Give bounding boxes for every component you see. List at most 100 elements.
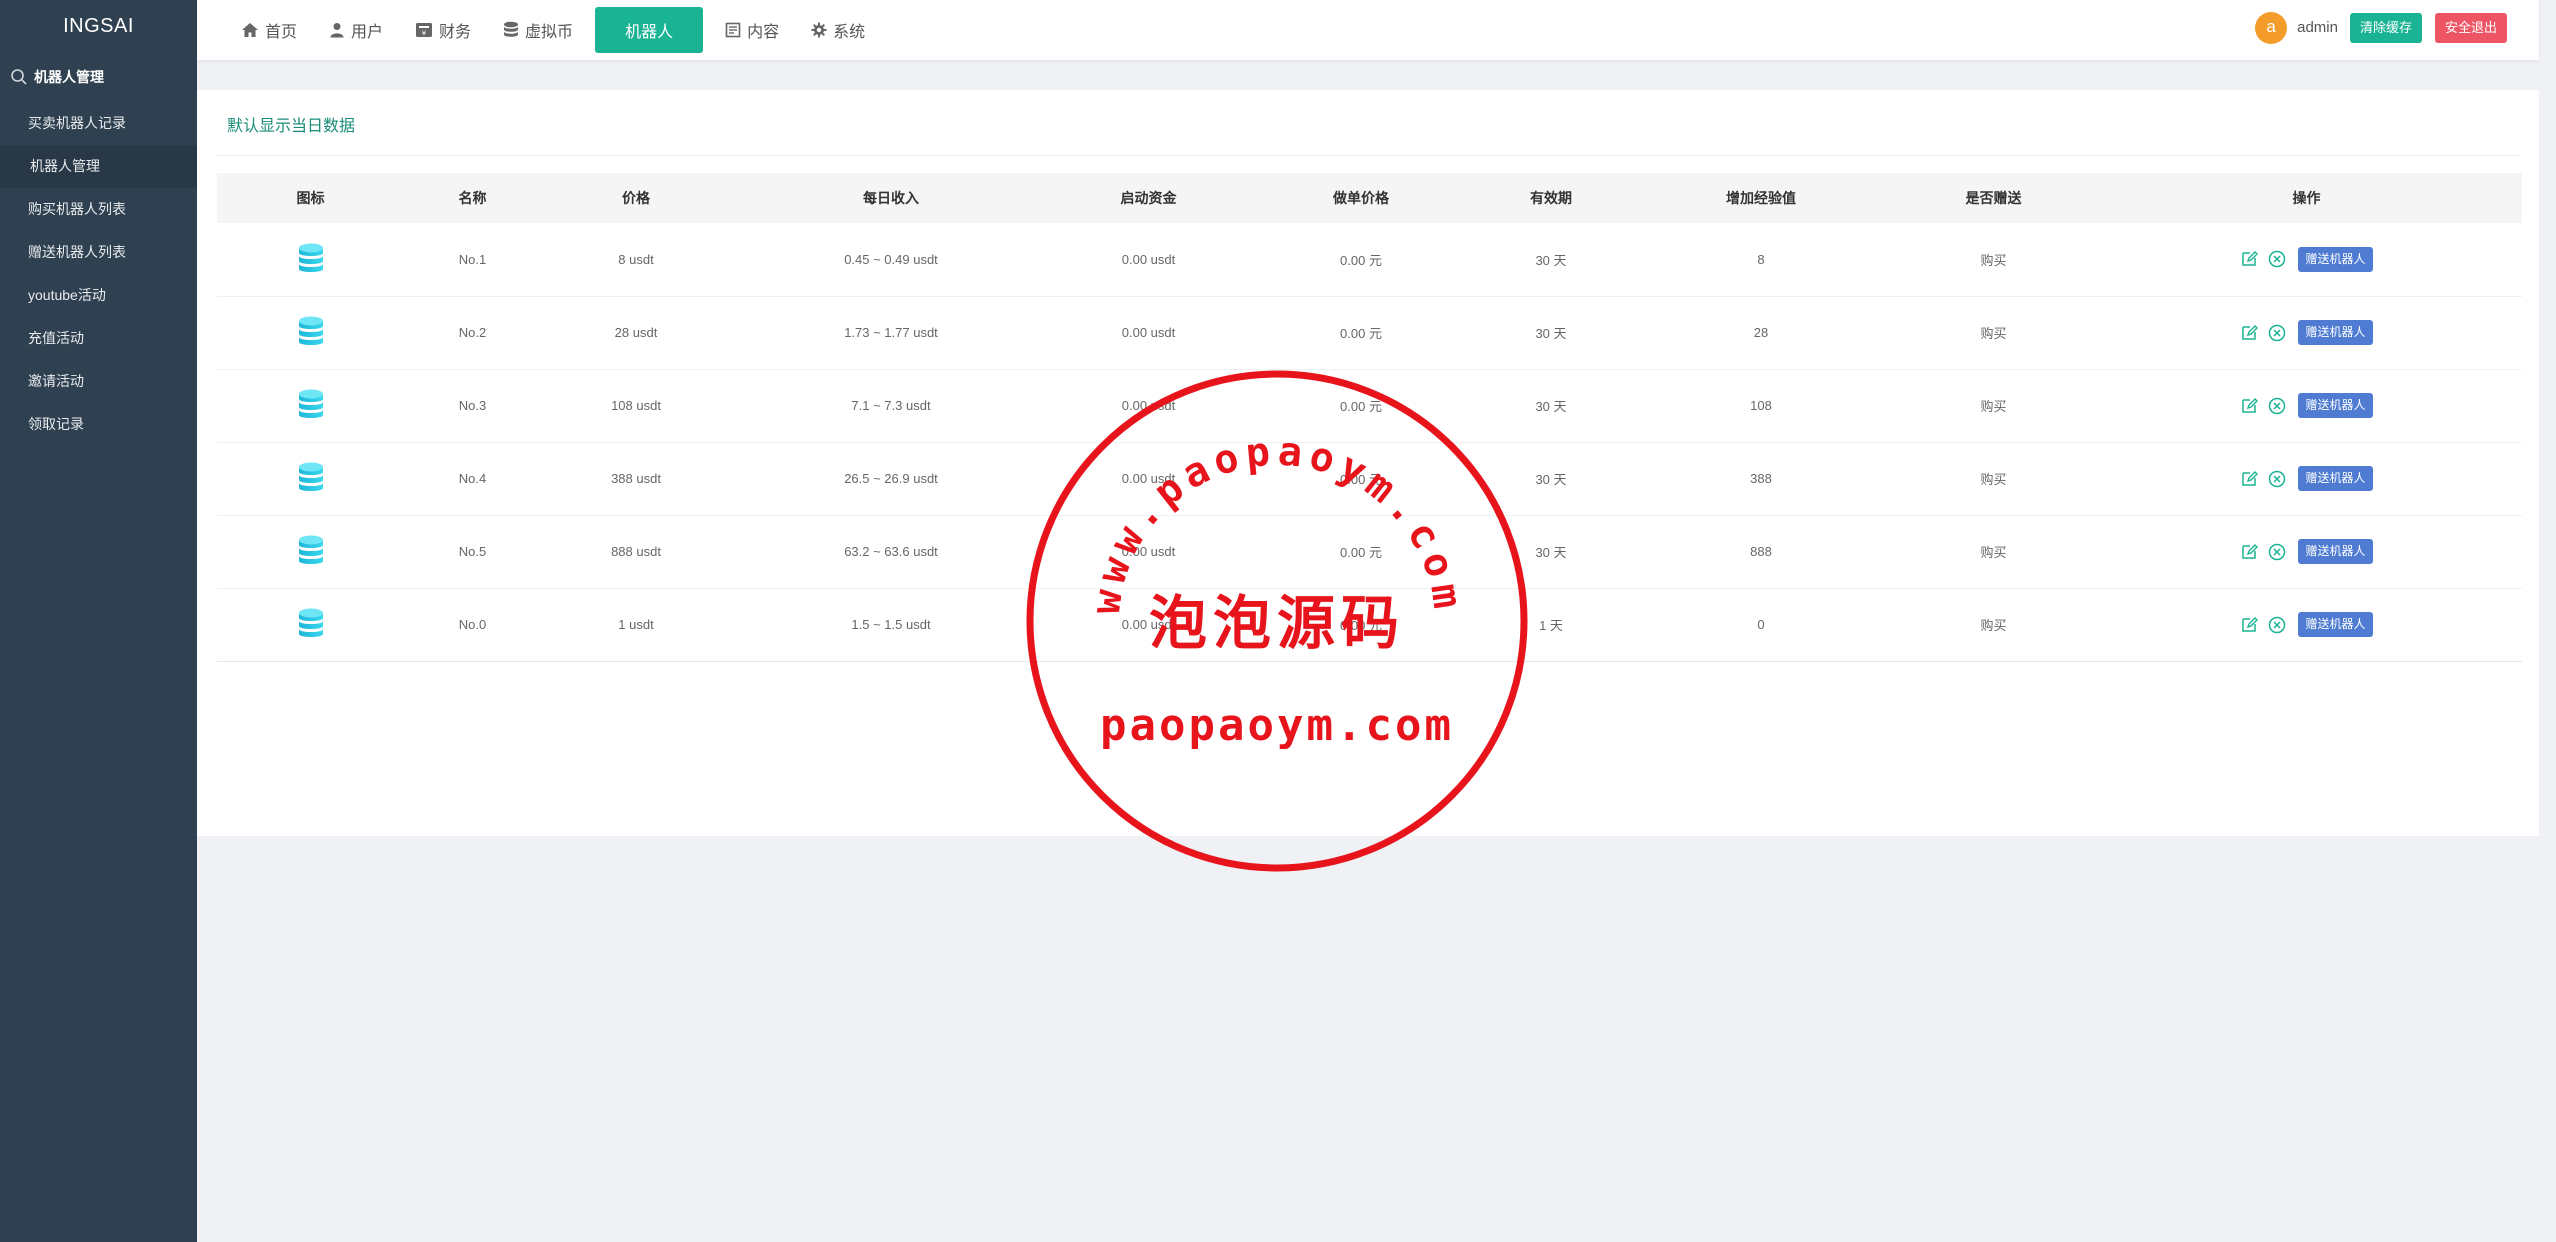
robot-exp: 8	[1757, 251, 1765, 267]
nav-finance[interactable]: ¥ 财务	[399, 7, 487, 53]
robot-order-price: 0.00 元	[1340, 472, 1382, 487]
gift-robot-button[interactable]: 赠送机器人	[2298, 246, 2373, 272]
robot-price: 28 usdt	[614, 325, 658, 340]
sidebar-section-label: 机器人管理	[34, 69, 104, 85]
robot-exp: 388	[1750, 471, 1772, 486]
nav-content-label: 内容	[747, 24, 780, 41]
nav-home[interactable]: 首页	[225, 7, 313, 53]
sidebar-item-purchase-list[interactable]: 购买机器人列表	[0, 188, 197, 231]
delete-icon[interactable]	[2268, 470, 2286, 488]
robot-icon-cell	[217, 296, 404, 369]
edit-icon[interactable]	[2240, 470, 2259, 488]
sidebar-item-claim-records[interactable]: 领取记录	[0, 403, 197, 446]
robot-name: No.3	[458, 398, 487, 413]
robot-order-price: 0.00 元	[1340, 618, 1382, 633]
edit-icon[interactable]	[2240, 616, 2259, 634]
delete-icon[interactable]	[2268, 250, 2286, 268]
nav-robot[interactable]: 机器人	[595, 7, 704, 53]
table-row: No.4 388 usdt 26.5 ~ 26.9 usdt 0.00 usdt 0.0…	[217, 442, 2522, 515]
edit-icon[interactable]	[2240, 250, 2259, 268]
brand-logo: INGSAI	[63, 15, 134, 37]
edit-icon[interactable]	[2240, 397, 2259, 415]
sidebar-item-recharge-activity[interactable]: 充值活动	[0, 317, 197, 360]
gift-robot-button[interactable]: 赠送机器人	[2298, 539, 2373, 564]
robot-name: No.4	[458, 471, 487, 486]
robot-order-price: 0.00 元	[1340, 399, 1382, 414]
sidebar-section-robot[interactable]: 机器人管理	[0, 52, 197, 102]
nav-content[interactable]: 内容	[709, 7, 795, 53]
gift-robot-button[interactable]: 赠送机器人	[2298, 320, 2373, 345]
robot-icon-cell	[217, 442, 404, 515]
robot-actions-cell: 赠送机器人	[2091, 515, 2522, 588]
robot-name: No.0	[458, 617, 487, 632]
table-row: No.5 888 usdt 63.2 ~ 63.6 usdt 0.00 usdt 0.0…	[217, 515, 2522, 588]
robot-start-fund: 0.00 usdt	[1121, 471, 1176, 486]
avatar[interactable]: a	[2255, 11, 2288, 44]
nav-finance-label: 财务	[439, 24, 472, 41]
top-nav: 首页 用户 ¥ 财务 虚拟币 机器人 内容 系统	[197, 0, 881, 60]
content-panel: 默认显示当日数据 图标 名称 价格 每日收入 启动资金 做单价格 有效期 增加经…	[197, 90, 2539, 836]
logout-button[interactable]: 安全退出	[2434, 12, 2507, 43]
robot-validity: 30 天	[1535, 399, 1567, 414]
sidebar-item-robot-management[interactable]: 机器人管理	[0, 145, 197, 188]
robot-validity: 30 天	[1535, 472, 1567, 487]
robot-validity: 30 天	[1535, 326, 1567, 341]
robot-icon-cell	[217, 515, 404, 588]
robot-icon-cell	[217, 223, 404, 296]
database-icon	[503, 21, 519, 39]
robot-daily-income: 0.45 ~ 0.49 usdt	[844, 251, 938, 267]
robot-gift-status: 购买	[1980, 252, 2007, 268]
col-header-daily-income: 每日收入	[863, 190, 919, 206]
table-row: No.0 1 usdt 1.5 ~ 1.5 usdt 0.00 usdt 0.00 元 1…	[217, 588, 2522, 661]
sidebar-item-trade-records[interactable]: 买卖机器人记录	[0, 102, 197, 145]
edit-icon[interactable]	[2240, 543, 2259, 561]
col-header-order-price: 做单价格	[1333, 190, 1389, 206]
robot-validity: 1 天	[1539, 618, 1563, 633]
sidebar-item-youtube-activity[interactable]: youtube活动	[0, 274, 197, 317]
gift-robot-button[interactable]: 赠送机器人	[2298, 466, 2373, 491]
robot-daily-income: 63.2 ~ 63.6 usdt	[844, 544, 938, 559]
robot-price: 1 usdt	[618, 617, 654, 632]
robot-order-price: 0.00 元	[1340, 545, 1382, 560]
nav-virtual-currency-label: 虚拟币	[525, 24, 574, 41]
robot-exp: 0	[1757, 617, 1765, 632]
col-header-is-gift: 是否赠送	[1965, 190, 2022, 206]
robot-gift-status: 购买	[1980, 545, 2007, 560]
title-divider	[215, 155, 2521, 156]
sidebar-item-gift-list[interactable]: 赠送机器人列表	[0, 231, 197, 274]
robot-gift-status: 购买	[1980, 326, 2007, 341]
delete-icon[interactable]	[2268, 543, 2286, 561]
robot-order-price: 0.00 元	[1340, 326, 1382, 341]
gift-robot-button[interactable]: 赠送机器人	[2298, 612, 2373, 637]
nav-users-label: 用户	[351, 24, 384, 41]
table-header-row: 图标 名称 价格 每日收入 启动资金 做单价格 有效期 增加经验值 是否赠送 操…	[217, 173, 2522, 223]
delete-icon[interactable]	[2268, 616, 2286, 634]
robot-daily-income: 1.73 ~ 1.77 usdt	[844, 325, 938, 340]
nav-system[interactable]: 系统	[795, 7, 881, 53]
robot-table: 图标 名称 价格 每日收入 启动资金 做单价格 有效期 增加经验值 是否赠送 操…	[217, 173, 2522, 662]
nav-system-label: 系统	[833, 24, 866, 41]
admin-username[interactable]: admin	[2297, 19, 2338, 36]
robot-price: 108 usdt	[611, 398, 661, 413]
database-icon	[297, 242, 325, 277]
robot-gift-status: 购买	[1980, 618, 2007, 633]
nav-virtual-currency[interactable]: 虚拟币	[487, 7, 589, 53]
table-row: No.1 8 usdt 0.45 ~ 0.49 usdt 0.00 usdt 0.00 …	[217, 223, 2522, 296]
robot-daily-income: 7.1 ~ 7.3 usdt	[851, 398, 931, 413]
table-row: No.3 108 usdt 7.1 ~ 7.3 usdt 0.00 usdt 0.00 …	[217, 369, 2522, 442]
table-row: No.2 28 usdt 1.73 ~ 1.77 usdt 0.00 usdt 0.00…	[217, 296, 2522, 369]
robot-start-fund: 0.00 usdt	[1121, 617, 1176, 632]
sidebar-item-invite-activity[interactable]: 邀请活动	[0, 360, 197, 403]
delete-icon[interactable]	[2268, 397, 2286, 415]
nav-users[interactable]: 用户	[313, 7, 399, 53]
home-icon	[241, 22, 259, 38]
gift-robot-button[interactable]: 赠送机器人	[2298, 393, 2373, 418]
gear-icon	[811, 22, 827, 38]
robot-daily-income: 26.5 ~ 26.9 usdt	[844, 471, 938, 486]
clear-cache-button[interactable]: 清除缓存	[2349, 12, 2422, 43]
page-title: 默认显示当日数据	[227, 118, 356, 135]
edit-icon[interactable]	[2240, 324, 2259, 342]
col-header-price: 价格	[622, 190, 650, 206]
svg-text:¥: ¥	[422, 30, 427, 38]
delete-icon[interactable]	[2268, 324, 2286, 342]
